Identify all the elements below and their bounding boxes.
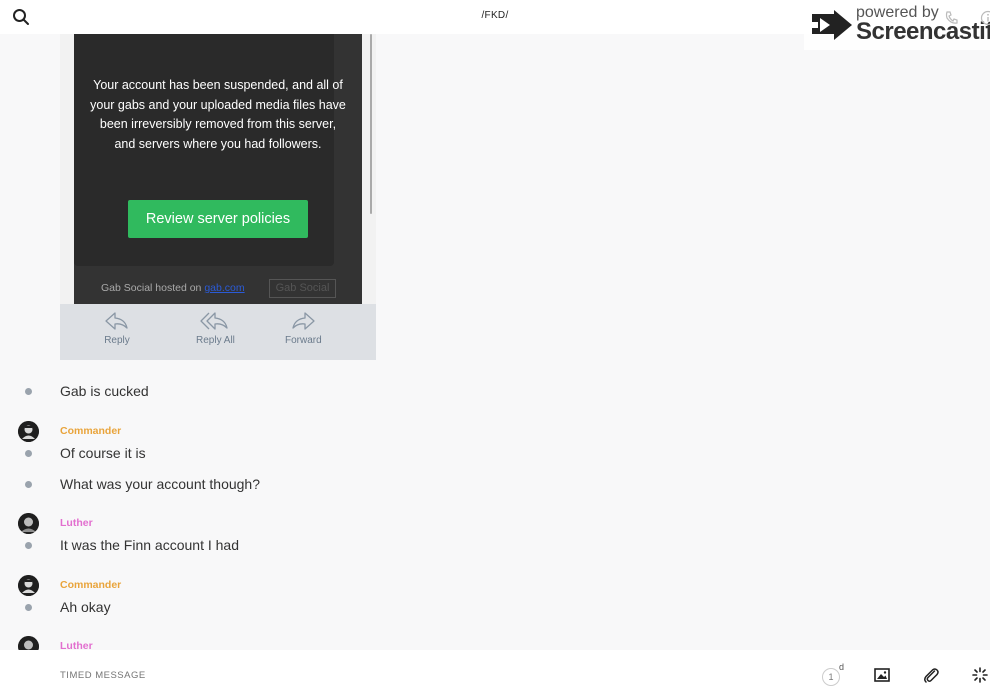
image-icon[interactable] [873,666,891,684]
message-text: It was the Finn account I had [60,537,239,553]
author-name[interactable]: Commander [60,579,121,591]
screencastify-logo-icon [810,8,854,47]
timer-value: 1 [822,668,840,686]
forward-action[interactable]: Forward [285,310,322,346]
message-text: Gab is cucked [60,383,149,399]
timer-unit: d [839,662,845,672]
gab-link[interactable]: gab.com [204,282,244,294]
message-text: What was your account though? [60,476,261,492]
reply-all-action[interactable]: Reply All [196,310,235,346]
reply-all-label: Reply All [196,335,235,346]
message-bullet [25,542,32,549]
reply-action[interactable]: Reply [104,310,130,346]
attached-screenshot[interactable]: Your account has been suspended, and all… [60,34,376,360]
review-server-policies-button[interactable]: Review server policies [128,200,308,238]
message-bullet [25,481,32,488]
author-name[interactable]: Commander [60,425,121,437]
message-bullet [25,388,32,395]
avatar[interactable] [18,421,39,442]
avatar[interactable] [18,513,39,534]
suspension-message: Your account has been suspended, and all… [90,78,346,151]
screencastify-brand-text: Screencastify [856,18,990,45]
screenshot-scrollbar [370,34,372,214]
reply-label: Reply [104,335,130,346]
gab-social-logo-box: Gab Social [269,279,336,298]
author-name[interactable]: Luther [60,517,93,529]
attachment-icon[interactable] [922,666,940,684]
message-composer: 1 d [0,650,990,700]
avatar[interactable] [18,575,39,596]
message-input[interactable] [60,664,660,686]
forward-icon [285,310,322,332]
phone-icon[interactable] [944,10,960,31]
message-bullet [25,450,32,457]
mail-actions-bar: Reply Reply All Forward [60,304,376,360]
reply-all-icon [196,310,235,332]
hosted-prefix: Gab Social hosted on [101,282,205,294]
forward-label: Forward [285,335,322,346]
message-text: Ah okay [60,599,111,615]
info-icon[interactable] [980,10,990,31]
message-bullet [25,604,32,611]
reply-icon [104,310,130,332]
screencastify-watermark: powered by Screencastify [804,0,990,50]
sparkle-icon[interactable] [971,666,989,684]
hosted-on-text: Gab Social hosted on gab.com [101,282,245,294]
message-text: Of course it is [60,445,146,461]
message-timer[interactable]: 1 d [822,662,846,686]
